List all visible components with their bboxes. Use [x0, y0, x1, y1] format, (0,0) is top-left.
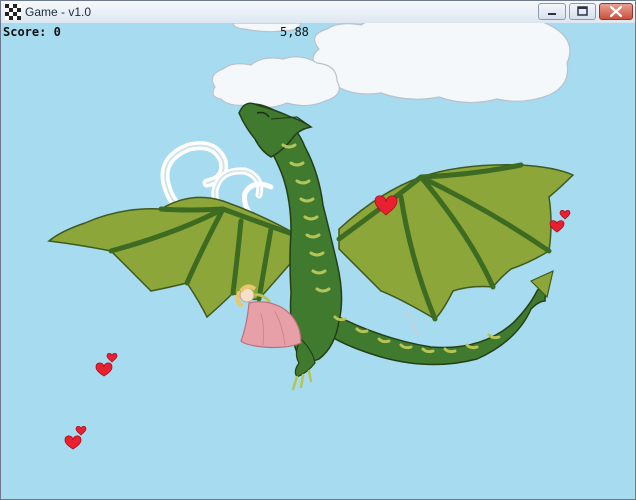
title-bar[interactable]: Game - v1.0	[1, 1, 635, 24]
game-scene	[1, 23, 635, 499]
counter-label: 5,88	[280, 25, 309, 39]
maximize-icon	[577, 6, 588, 16]
game-window: Game - v1.0 Score: 0 5,88	[0, 0, 636, 500]
game-canvas[interactable]: Score: 0 5,88	[1, 23, 635, 499]
app-icon	[5, 4, 21, 20]
minimize-button[interactable]	[538, 3, 566, 20]
close-button[interactable]	[599, 3, 633, 20]
minimize-icon	[548, 13, 556, 15]
score-label: Score: 0	[3, 25, 61, 39]
close-icon	[609, 5, 623, 18]
window-title: Game - v1.0	[25, 5, 92, 19]
maximize-button[interactable]	[569, 3, 596, 20]
